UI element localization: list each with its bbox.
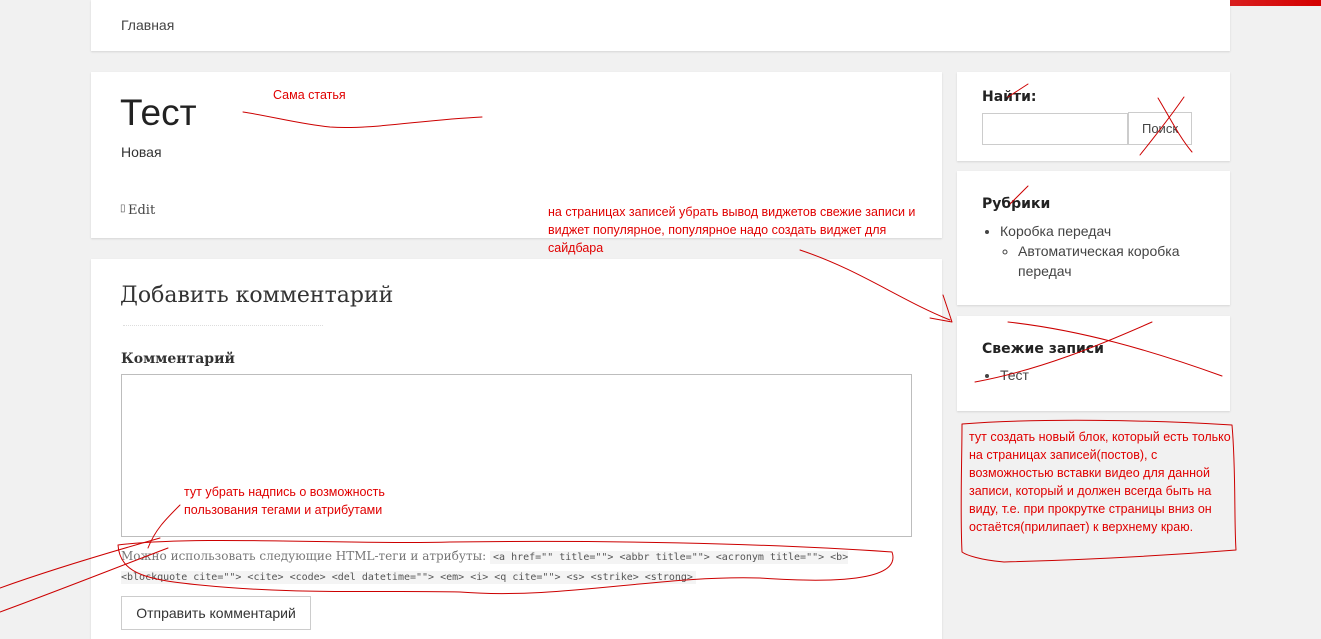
top-navigation: Главная	[91, 0, 1230, 51]
post-category[interactable]: Новая	[121, 144, 162, 160]
reply-title: Добавить комментарий	[120, 283, 394, 308]
search-button[interactable]: Поиск	[1128, 112, 1192, 145]
comment-label: Комментарий	[121, 351, 235, 367]
recent-posts-list: Тест	[982, 367, 1029, 383]
categories-list: Коробка передач Автоматическая коробка п…	[982, 221, 1188, 281]
post-title: Тест	[120, 92, 197, 133]
recent-post-link[interactable]: Тест	[1000, 367, 1029, 383]
category-link[interactable]: Коробка передач	[1000, 223, 1111, 239]
search-input[interactable]	[982, 113, 1128, 145]
recent-post-item: Тест	[1000, 367, 1029, 383]
annotation-article: Сама статья	[273, 88, 346, 102]
annotation-tags: тут убрать надпись о возможность пользов…	[184, 485, 385, 517]
search-widget: Найти: Поиск	[957, 72, 1230, 161]
search-widget-title: Найти:	[982, 89, 1037, 105]
divider	[123, 325, 323, 327]
allowed-tags-note: Можно использовать следующие HTML-теги и…	[121, 547, 901, 587]
recent-posts-widget-title: Свежие записи	[982, 341, 1104, 357]
subcategory-item: Автоматическая коробка передач	[1018, 241, 1188, 281]
categories-widget-title: Рубрики	[982, 196, 1051, 212]
nav-home-link[interactable]: Главная	[121, 17, 174, 33]
annotation-widgets: на страницах записей убрать вывод виджет…	[548, 205, 916, 255]
subcategory-link[interactable]: Автоматическая коробка передач	[1018, 243, 1180, 279]
categories-widget: Рубрики Коробка передач Автоматическая к…	[957, 171, 1230, 305]
annotation-new-block: тут создать новый блок, который есть тол…	[969, 430, 1231, 534]
category-item: Коробка передач Автоматическая коробка п…	[1000, 221, 1188, 281]
recent-posts-widget: Свежие записи Тест	[957, 316, 1230, 411]
submit-comment-button[interactable]: Отправить комментарий	[121, 596, 311, 630]
comment-form-card: Добавить комментарий Комментарий Можно и…	[91, 259, 942, 639]
edit-link[interactable]: Edit	[128, 203, 155, 218]
subcategory-list: Автоматическая коробка передач	[1000, 241, 1188, 281]
edit-icon: ▯	[120, 203, 126, 214]
allowed-tags-text: Можно использовать следующие HTML-теги и…	[121, 549, 487, 563]
